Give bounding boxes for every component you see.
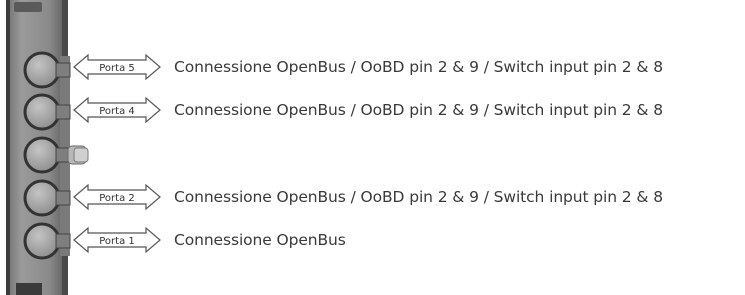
arrow-porta-5: Porta 5 [73, 53, 161, 81]
arrow-porta-2: Porta 2 [73, 183, 161, 211]
arrow-label-porta-5: Porta 5 [99, 63, 135, 74]
arrow-porta-1: Porta 1 [73, 226, 161, 254]
port-4-description: Connessione OpenBus / OoBD pin 2 & 9 / S… [174, 101, 663, 119]
port-1-description: Connessione OpenBus [174, 231, 346, 249]
port-5-description: Connessione OpenBus / OoBD pin 2 & 9 / S… [174, 58, 663, 76]
arrow-label-porta-2: Porta 2 [99, 193, 135, 204]
port-2-description: Connessione OpenBus / OoBD pin 2 & 9 / S… [174, 188, 663, 206]
arrow-porta-4: Porta 4 [73, 96, 161, 124]
port-diagram: Porta 5 Porta 4 Porta 2 Porta 1 [6, 0, 161, 295]
arrow-label-porta-1: Porta 1 [99, 236, 135, 247]
arrow-label-porta-4: Porta 4 [99, 106, 135, 117]
